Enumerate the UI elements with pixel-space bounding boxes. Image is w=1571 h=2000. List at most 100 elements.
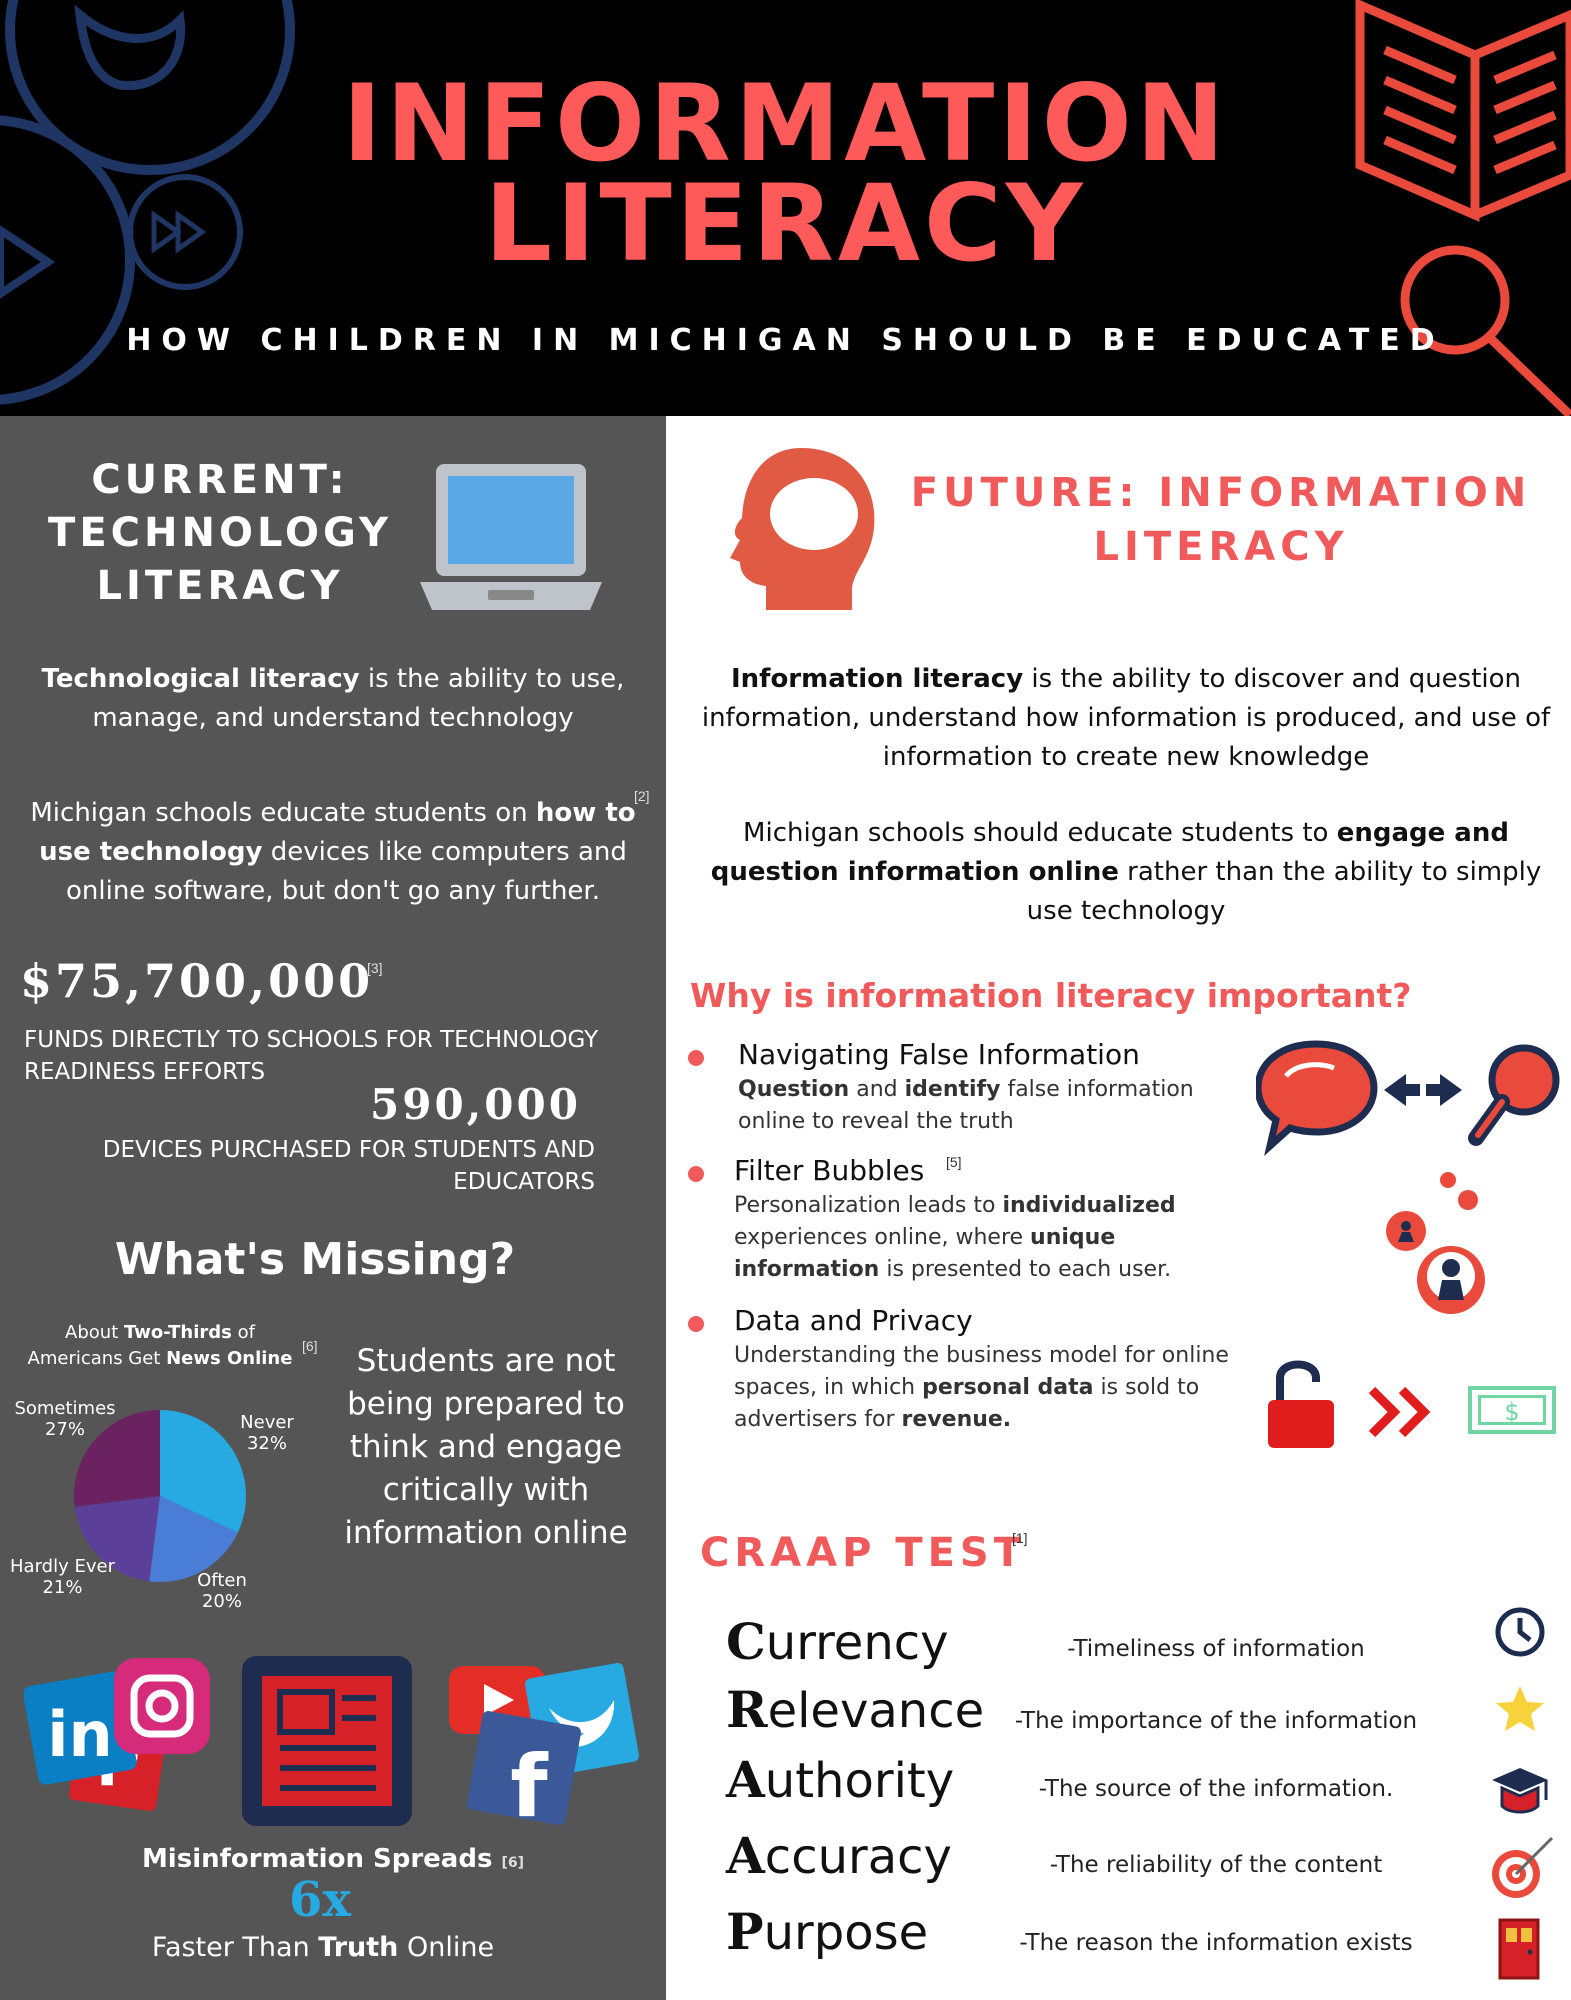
graduation-cap-icon bbox=[1492, 1768, 1548, 1814]
devices-value: 590,000 bbox=[370, 1080, 581, 1129]
instagram-icon bbox=[114, 1658, 210, 1754]
bullet-3-bold-2: revenue. bbox=[901, 1407, 1012, 1432]
pie-label-value: 27% bbox=[44, 1419, 85, 1440]
pie-title-d: Americans Get bbox=[27, 1348, 167, 1369]
craap-letter: A bbox=[726, 1750, 765, 1809]
misinfo-line: Misinformation Spreads [6] bbox=[0, 1844, 666, 1874]
bullet-1-text-1: and bbox=[849, 1077, 905, 1102]
bullet-2-text-1: Personalization leads to bbox=[734, 1193, 1003, 1218]
pie-label-often: Often 20% bbox=[182, 1570, 262, 1612]
current-schools-text: Michigan schools educate students on how… bbox=[8, 794, 658, 911]
pie-label-sometimes: Sometimes 27% bbox=[0, 1398, 130, 1440]
current-column: CURRENT: TECHNOLOGY LITERACY Technologic… bbox=[0, 416, 666, 2000]
craap-letter: P bbox=[726, 1902, 764, 1961]
students-not-prepared-text: Students are not being prepared to think… bbox=[344, 1343, 628, 1551]
future-heading-line-2: LITERACY bbox=[1093, 524, 1349, 570]
laptop-icon bbox=[420, 464, 602, 610]
pie-title: About Two-Thirds of Americans Get News O… bbox=[0, 1320, 320, 1372]
craap-word: uthority bbox=[764, 1753, 955, 1809]
craap-word: urpose bbox=[763, 1905, 929, 1961]
pie-title-b: Two-Thirds bbox=[124, 1322, 232, 1343]
bullet-2-title: Filter Bubbles bbox=[734, 1154, 925, 1187]
reference-3: [3] bbox=[367, 960, 383, 976]
craap-row-relevance: Relevance bbox=[726, 1680, 984, 1739]
people-bubbles-icon bbox=[1386, 1172, 1485, 1314]
bullet-2-bold-1: individualized bbox=[1002, 1193, 1176, 1218]
bullet-dot-3 bbox=[688, 1316, 704, 1332]
bullet-dot-1 bbox=[688, 1050, 704, 1066]
pie-label-never: Never 32% bbox=[222, 1412, 312, 1454]
pie-label-value: 32% bbox=[246, 1433, 287, 1454]
bullet-3-text: Understanding the business model for onl… bbox=[734, 1340, 1244, 1436]
pie-label-hardly-ever: Hardly Ever 21% bbox=[0, 1556, 125, 1598]
bullet-3-title: Data and Privacy bbox=[734, 1304, 973, 1337]
reference-6-misinfo: [6] bbox=[501, 1855, 525, 1871]
craap-word: urrency bbox=[765, 1615, 949, 1671]
reference-2: [2] bbox=[634, 788, 650, 804]
future-heading: FUTURE: INFORMATION LITERACY bbox=[906, 466, 1536, 574]
reference-5: [5] bbox=[946, 1154, 962, 1170]
bullet-1-bold-2: identify bbox=[904, 1077, 1001, 1102]
money-bill-icon: $ bbox=[1468, 1386, 1556, 1434]
craap-row-purpose: Purpose bbox=[726, 1902, 928, 1961]
current-heading-line-3: LITERACY bbox=[96, 563, 344, 609]
devices-label: DEVICES PURCHASED FOR STUDENTS AND EDUCA… bbox=[102, 1137, 595, 1195]
bullet-2-text: Personalization leads to individualized … bbox=[734, 1190, 1224, 1286]
reference-1: [1] bbox=[1012, 1530, 1028, 1546]
bullet-1-bold-1: Question bbox=[738, 1077, 850, 1102]
faster-than-truth: Faster Than Truth Online bbox=[0, 1932, 646, 1963]
reference-6-pie: [6] bbox=[302, 1338, 318, 1354]
future-schools-text: Michigan schools should educate students… bbox=[686, 814, 1566, 931]
pie-title-a: About bbox=[65, 1322, 124, 1343]
craap-desc-authority: -The source of the information. bbox=[1038, 1776, 1394, 1802]
head-icon bbox=[730, 448, 875, 610]
star-icon bbox=[1496, 1686, 1544, 1731]
facebook-icon: f bbox=[467, 1711, 581, 1828]
craap-icons bbox=[1492, 1607, 1554, 1980]
pie-label-name: Often bbox=[197, 1570, 247, 1591]
current-heading-line-2: TECHNOLOGY bbox=[48, 510, 392, 556]
funds-value: $75,700,000 bbox=[20, 954, 374, 1008]
newspaper-icon bbox=[242, 1656, 412, 1826]
pie-label-name: Hardly Ever bbox=[10, 1556, 115, 1577]
pie-label-value: 20% bbox=[201, 1591, 242, 1612]
pie-title-c: of bbox=[231, 1322, 255, 1343]
svg-text:in: in bbox=[47, 1698, 112, 1771]
info-literacy-definition: Information literacy is the ability to d… bbox=[686, 660, 1566, 777]
tech-literacy-definition: Technological literacy is the ability to… bbox=[10, 660, 656, 738]
current-heading: CURRENT: TECHNOLOGY LITERACY bbox=[30, 454, 410, 613]
why-heading: Why is information literacy important? bbox=[690, 976, 1412, 1015]
pie-label-name: Never bbox=[240, 1412, 294, 1433]
pie-title-e: News Online bbox=[166, 1348, 293, 1369]
whats-missing-heading: What's Missing? bbox=[114, 1234, 516, 1285]
faster-text-b: Truth bbox=[318, 1932, 399, 1963]
unlocked-padlock-icon bbox=[1268, 1360, 1334, 1448]
future-column: FUTURE: INFORMATION LITERACY Information… bbox=[666, 416, 1571, 2000]
craap-heading: CRAAP TEST bbox=[700, 1530, 1027, 1576]
social-media-icons: P in f bbox=[24, 1656, 639, 1828]
bullet-1-title: Navigating False Information bbox=[738, 1038, 1140, 1071]
craap-desc-purpose: -The reason the information exists bbox=[1019, 1930, 1413, 1956]
craap-desc-relevance: -The importance of the information bbox=[1014, 1708, 1418, 1734]
dollar-sign: $ bbox=[1478, 1395, 1546, 1426]
pie-label-name: Sometimes bbox=[14, 1398, 116, 1419]
craap-word: ccuracy bbox=[764, 1829, 952, 1885]
bullet-2-text-2: experiences online, where bbox=[734, 1225, 1031, 1250]
tech-literacy-term: Technological literacy bbox=[41, 664, 360, 694]
future-schools-text-1: Michigan schools should educate students… bbox=[743, 818, 1337, 848]
bullet-3-bold-1: personal data bbox=[922, 1375, 1094, 1400]
pie-label-value: 21% bbox=[42, 1577, 83, 1598]
target-icon bbox=[1492, 1836, 1554, 1898]
header-banner: INFORMATION LITERACY HOW CHILDREN IN MIC… bbox=[0, 0, 1571, 416]
subtitle: HOW CHILDREN IN MICHIGAN SHOULD BE EDUCA… bbox=[126, 323, 1445, 358]
current-schools-text-1: Michigan schools educate students on bbox=[30, 798, 536, 828]
bullet-2-text-3: is presented to each user. bbox=[879, 1257, 1172, 1282]
misinfo-text: Misinformation Spreads bbox=[141, 1844, 493, 1874]
faster-text-c: Online bbox=[398, 1932, 495, 1963]
speech-bubble-icon bbox=[1256, 1040, 1560, 1157]
title-line-2: LITERACY bbox=[484, 162, 1087, 285]
faster-text-a: Faster Than bbox=[151, 1932, 319, 1963]
future-heading-line-1: FUTURE: INFORMATION bbox=[910, 470, 1532, 516]
funds-label: FUNDS DIRECTLY TO SCHOOLS FOR TECHNOLOGY… bbox=[24, 1027, 599, 1085]
misinfo-multiplier: 6x bbox=[288, 1872, 351, 1928]
